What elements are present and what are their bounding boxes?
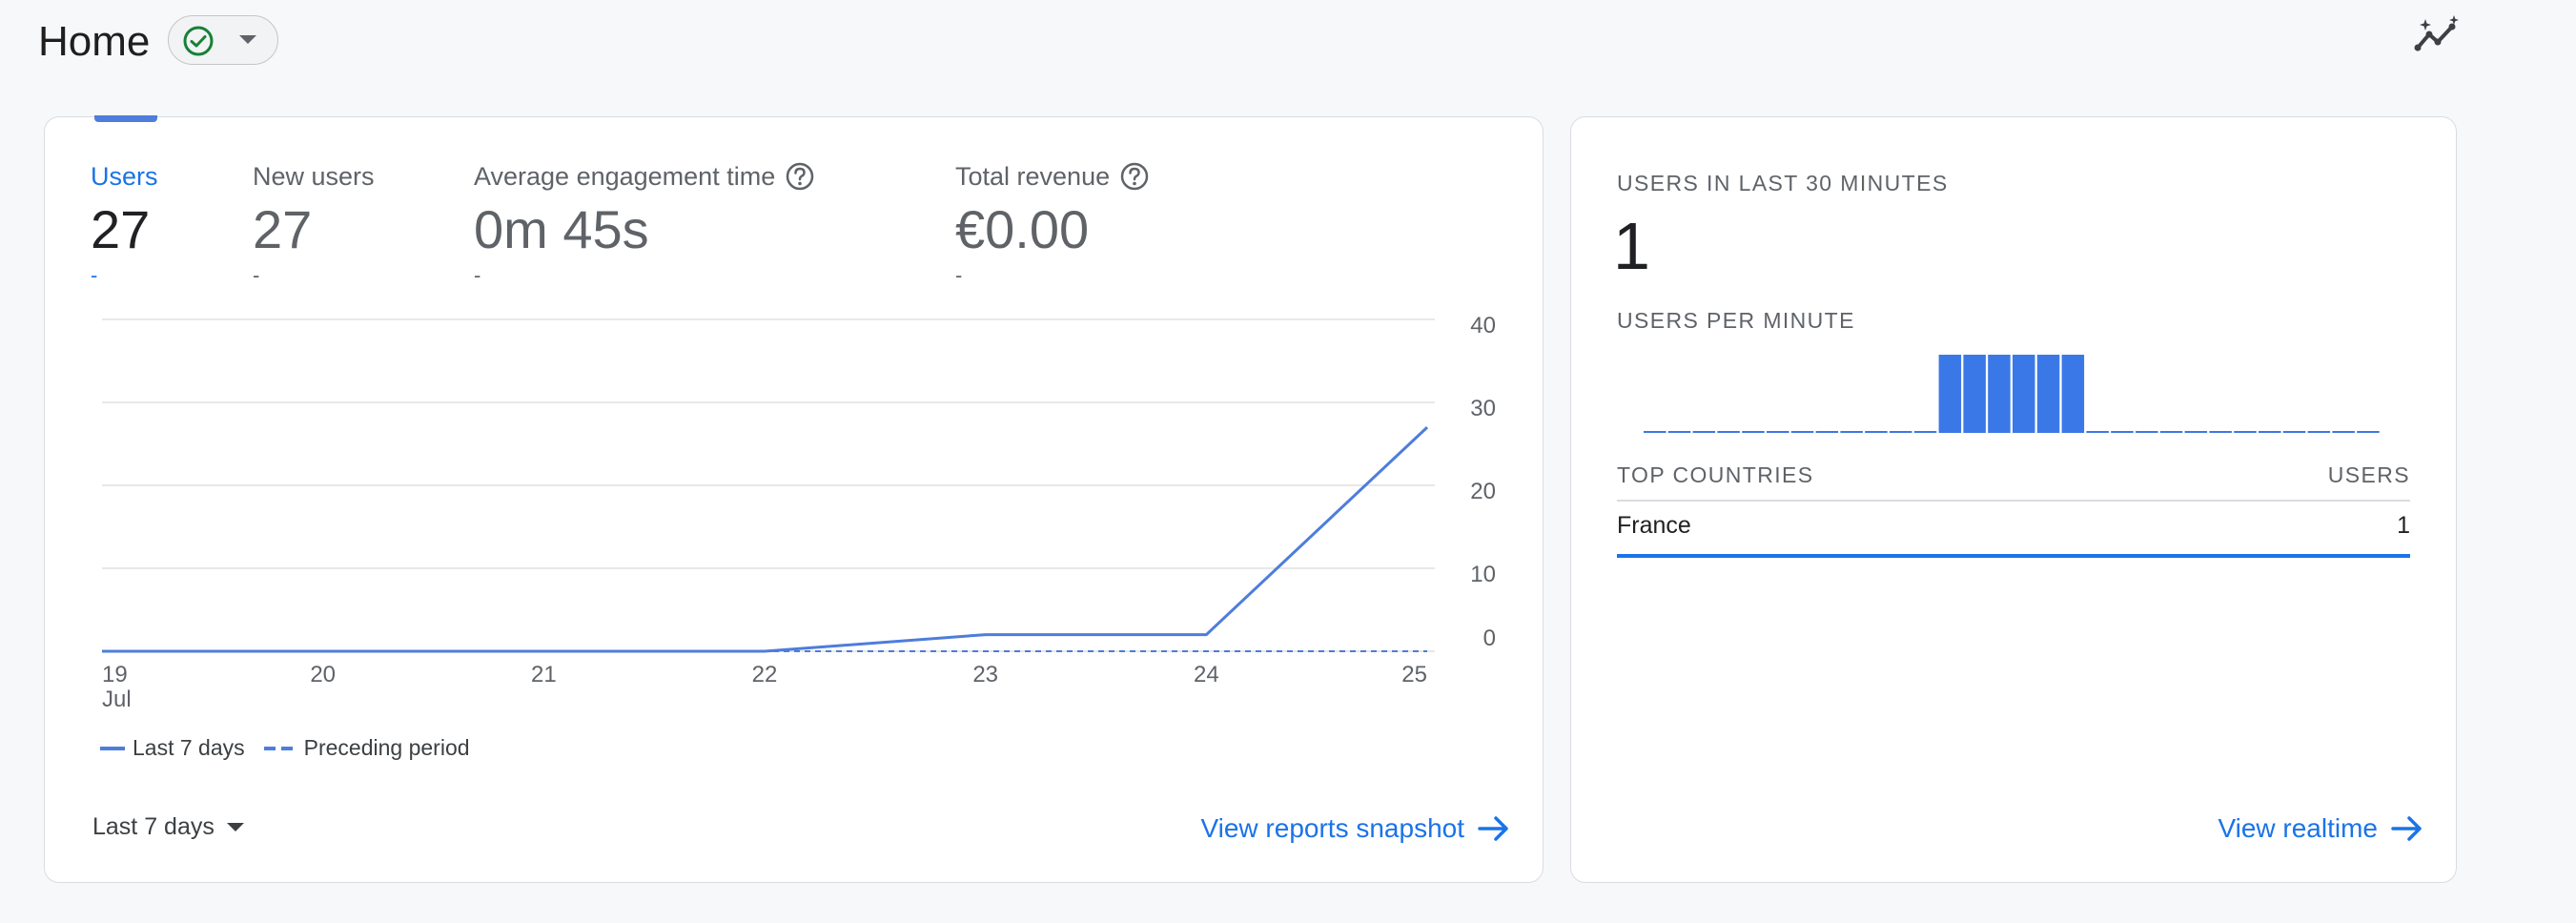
y-tick-label: 20 [1470, 479, 1496, 504]
caret-down-icon [226, 822, 244, 831]
date-range-label: Last 7 days [92, 813, 215, 840]
arrow-right-icon [1478, 816, 1508, 841]
x-tick-label: 24 [1194, 662, 1219, 687]
x-tick-label: 19 [102, 662, 128, 687]
x-tick-label: 21 [531, 662, 557, 687]
realtime-card: USERS IN LAST 30 MINUTES 1 USERS PER MIN… [1570, 116, 2457, 883]
country-users: 1 [2397, 512, 2410, 539]
date-range-dropdown[interactable]: Last 7 days [92, 813, 245, 841]
y-tick-label: 10 [1470, 562, 1496, 587]
legend-swatch-dashed [263, 746, 295, 750]
page-title: Home [38, 18, 151, 65]
minute-bar [1938, 355, 1962, 433]
minute-bar [2013, 355, 2035, 433]
y-tick-label: 0 [1483, 626, 1496, 651]
check-circle-icon [183, 26, 214, 56]
x-tick-sublabel: Jul [102, 687, 132, 712]
top-countries-header: TOP COUNTRIES USERS [1617, 462, 2410, 502]
users-per-minute-bar-chart [1644, 355, 2380, 433]
minute-bar [1988, 355, 2011, 433]
arrow-right-icon [2391, 816, 2422, 841]
insights-sparkle-icon[interactable] [2414, 15, 2462, 53]
country-name: France [1617, 512, 1691, 539]
y-tick-label: 40 [1470, 313, 1496, 338]
caret-down-icon [239, 35, 256, 44]
legend-current: Last 7 days [133, 735, 245, 760]
top-countries-label: TOP COUNTRIES [1617, 462, 1814, 487]
x-tick-label: 20 [310, 662, 336, 687]
x-tick-label: 22 [752, 662, 778, 687]
users-column-label: USERS [2327, 462, 2410, 487]
x-tick-label: 23 [972, 662, 998, 687]
country-row[interactable]: France 1 [1617, 512, 2410, 540]
y-tick-label: 30 [1470, 396, 1496, 421]
property-status-dropdown[interactable] [168, 15, 278, 65]
minute-bar [2036, 355, 2060, 433]
minute-bar [1963, 355, 1986, 433]
legend-swatch-solid [100, 746, 125, 750]
view-realtime-label: View realtime [2218, 813, 2378, 843]
chart-legend: Last 7 days Preceding period [100, 735, 470, 761]
users-line-chart: 0 10 20 30 40 19Jul 20 21 22 23 24 25 [102, 313, 1496, 712]
country-share-bar [1617, 554, 2410, 558]
view-reports-snapshot-link[interactable]: View reports snapshot [1200, 813, 1510, 844]
legend-previous: Preceding period [303, 735, 470, 760]
view-reports-snapshot-label: View reports snapshot [1200, 813, 1464, 843]
view-realtime-link[interactable]: View realtime [2218, 813, 2423, 844]
x-tick-label: 25 [1401, 662, 1427, 687]
overview-card: Users 27 - New users 27 - Average engage… [44, 115, 1544, 883]
series-line-current [102, 426, 1429, 653]
minute-bar [2061, 355, 2085, 433]
